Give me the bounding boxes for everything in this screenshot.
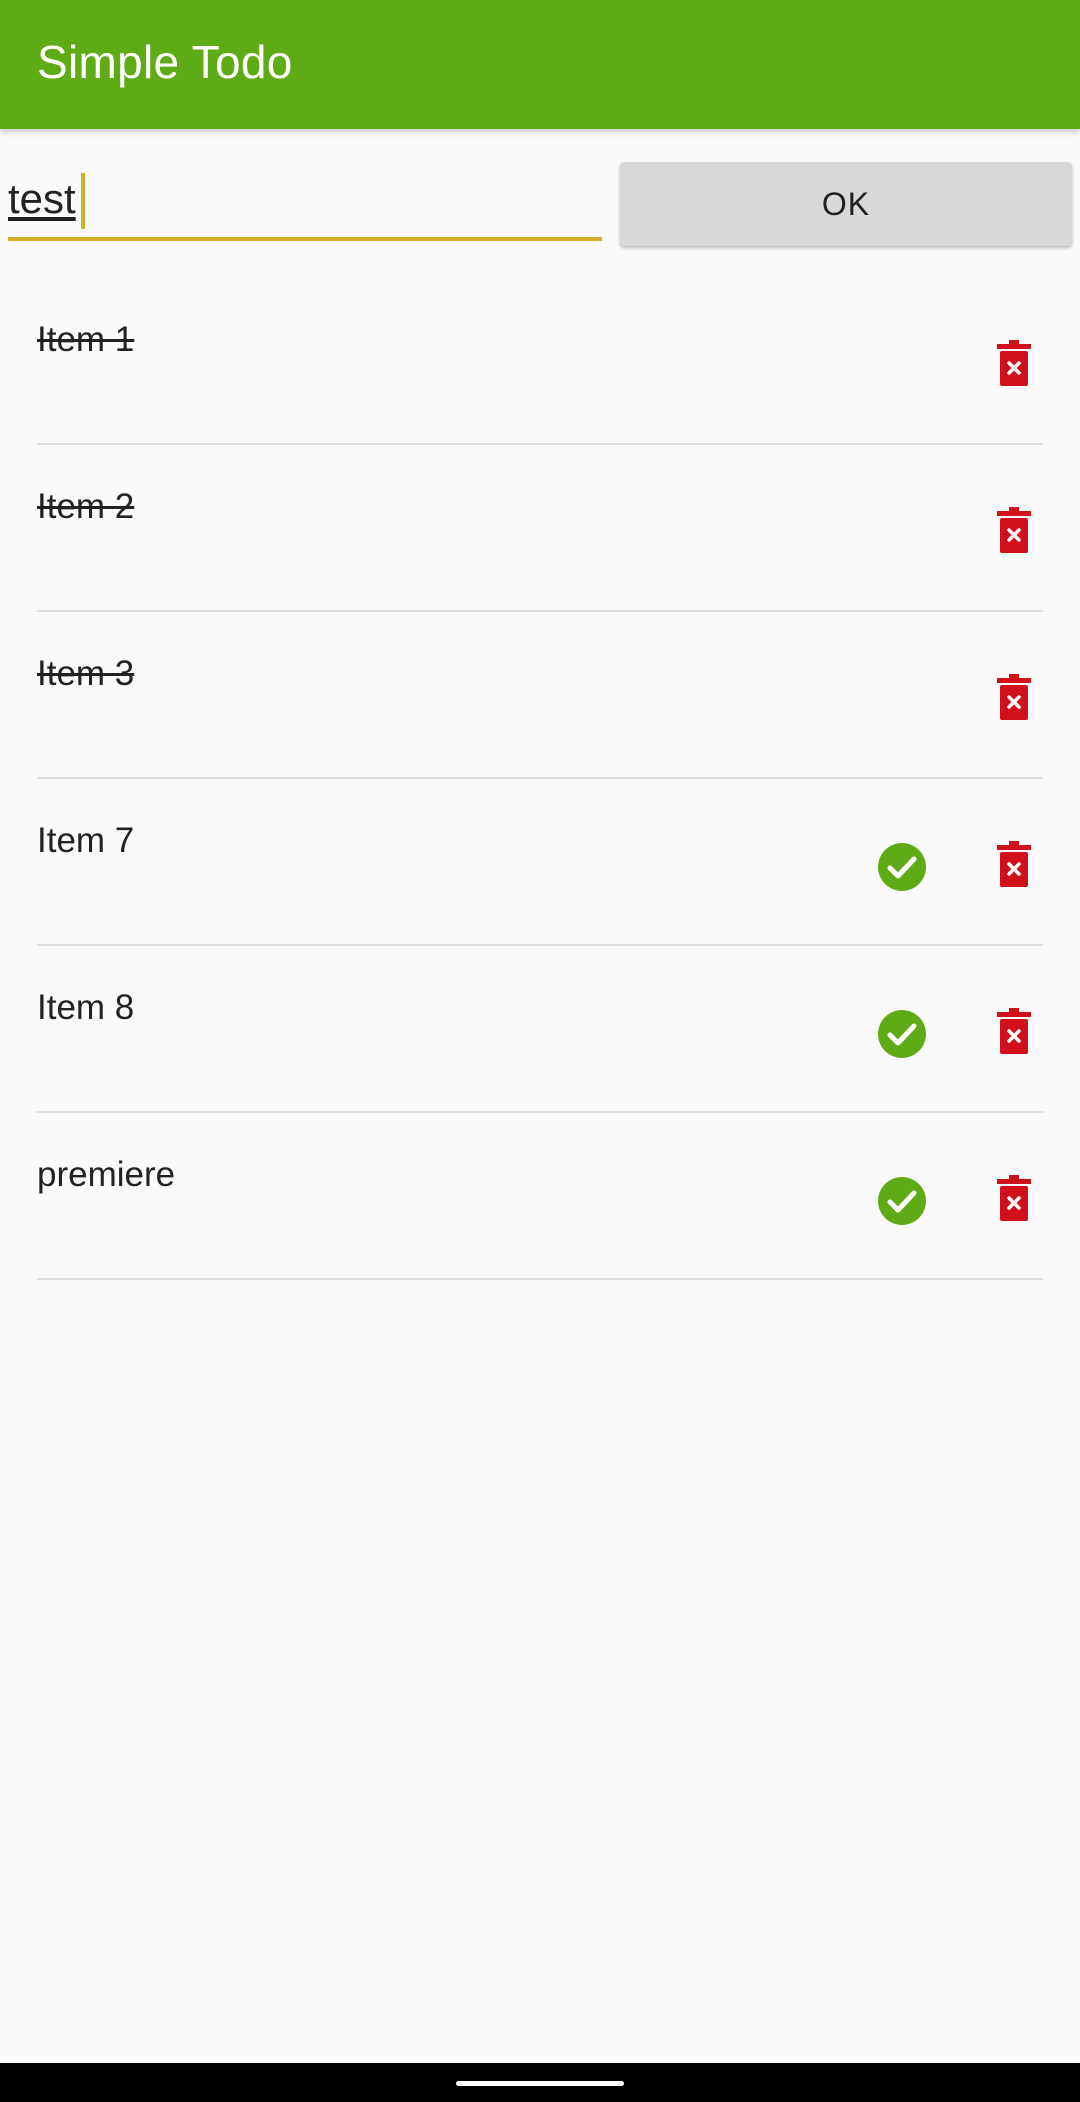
todo-item: Item 3 xyxy=(37,612,1043,779)
todo-item-label[interactable]: Item 7 xyxy=(37,821,134,861)
trash-delete-icon[interactable] xyxy=(997,507,1031,553)
check-circle-icon[interactable] xyxy=(878,1010,926,1058)
check-circle-icon[interactable] xyxy=(878,1177,926,1225)
todo-list: Item 1 Item 2 Item 3 Item 7 Item 8 premi… xyxy=(37,278,1043,1280)
ok-button[interactable]: OK xyxy=(620,162,1072,246)
trash-delete-icon[interactable] xyxy=(997,674,1031,720)
todo-item: Item 2 xyxy=(37,445,1043,612)
home-gesture-handle[interactable] xyxy=(456,2081,624,2086)
app-title: Simple Todo xyxy=(37,36,293,88)
todo-item-label[interactable]: Item 1 xyxy=(37,320,134,360)
todo-item-label[interactable]: Item 8 xyxy=(37,988,134,1028)
app-toolbar: Simple Todo xyxy=(0,0,1080,129)
trash-delete-icon[interactable] xyxy=(997,1008,1031,1054)
trash-delete-icon[interactable] xyxy=(997,841,1031,887)
todo-item-label[interactable]: Item 3 xyxy=(37,654,134,694)
text-cursor xyxy=(81,173,85,229)
todo-input[interactable] xyxy=(8,171,598,227)
system-navigation-bar xyxy=(0,2063,1080,2102)
app-screen: Simple Todo OK Item 1 Item 2 xyxy=(0,0,1080,2102)
todo-item: Item 8 xyxy=(37,946,1043,1113)
trash-delete-icon[interactable] xyxy=(997,1175,1031,1221)
todo-item: Item 1 xyxy=(37,278,1043,445)
todo-item-label[interactable]: premiere xyxy=(37,1155,175,1195)
trash-delete-icon[interactable] xyxy=(997,340,1031,386)
todo-input-container xyxy=(8,165,602,241)
todo-item-label[interactable]: Item 2 xyxy=(37,487,134,527)
check-circle-icon[interactable] xyxy=(878,843,926,891)
todo-item: premiere xyxy=(37,1113,1043,1280)
todo-item: Item 7 xyxy=(37,779,1043,946)
